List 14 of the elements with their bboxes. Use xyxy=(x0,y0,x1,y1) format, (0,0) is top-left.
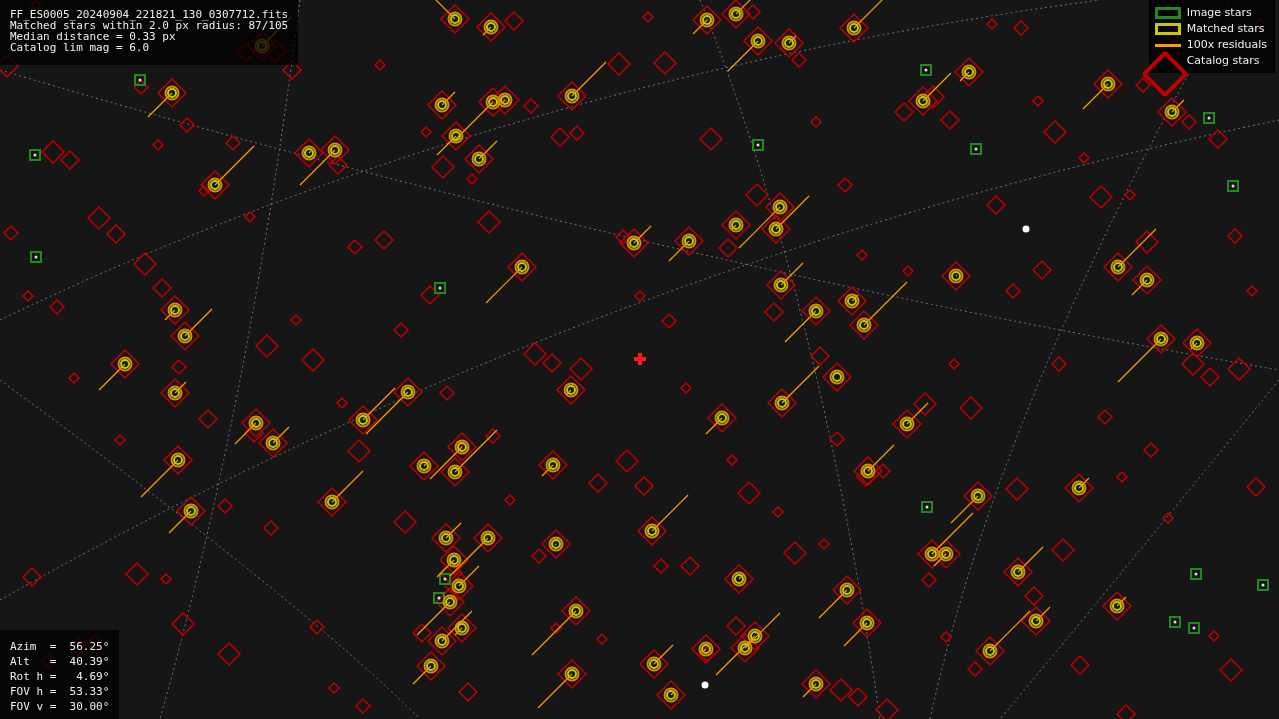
pointing-line: FOV h = 53.33° xyxy=(10,686,110,698)
info-line: Median distance = 0.33 px xyxy=(10,31,176,42)
info-line: Catalog lim mag = 6.0 xyxy=(10,42,151,53)
pointing-line: Azim = 56.25° xyxy=(10,641,110,653)
legend-label: Catalog stars xyxy=(1186,54,1260,67)
info-line: Matched stars within 2.0 px radius: 87/105 xyxy=(10,20,289,31)
pointing-line: Rot h = 4.69° xyxy=(10,671,110,683)
info-line: FF_ES0005_20240904_221821_130_0307712.fits xyxy=(10,9,289,20)
center-cross-icon xyxy=(634,353,646,365)
pointing-line: Alt = 40.39° xyxy=(10,656,110,668)
legend-label: Matched stars xyxy=(1186,22,1265,35)
pointing-line: FOV v = 30.00° xyxy=(10,701,110,713)
legend-label: Image stars xyxy=(1186,6,1252,19)
legend-label: 100x residuals xyxy=(1186,38,1267,51)
